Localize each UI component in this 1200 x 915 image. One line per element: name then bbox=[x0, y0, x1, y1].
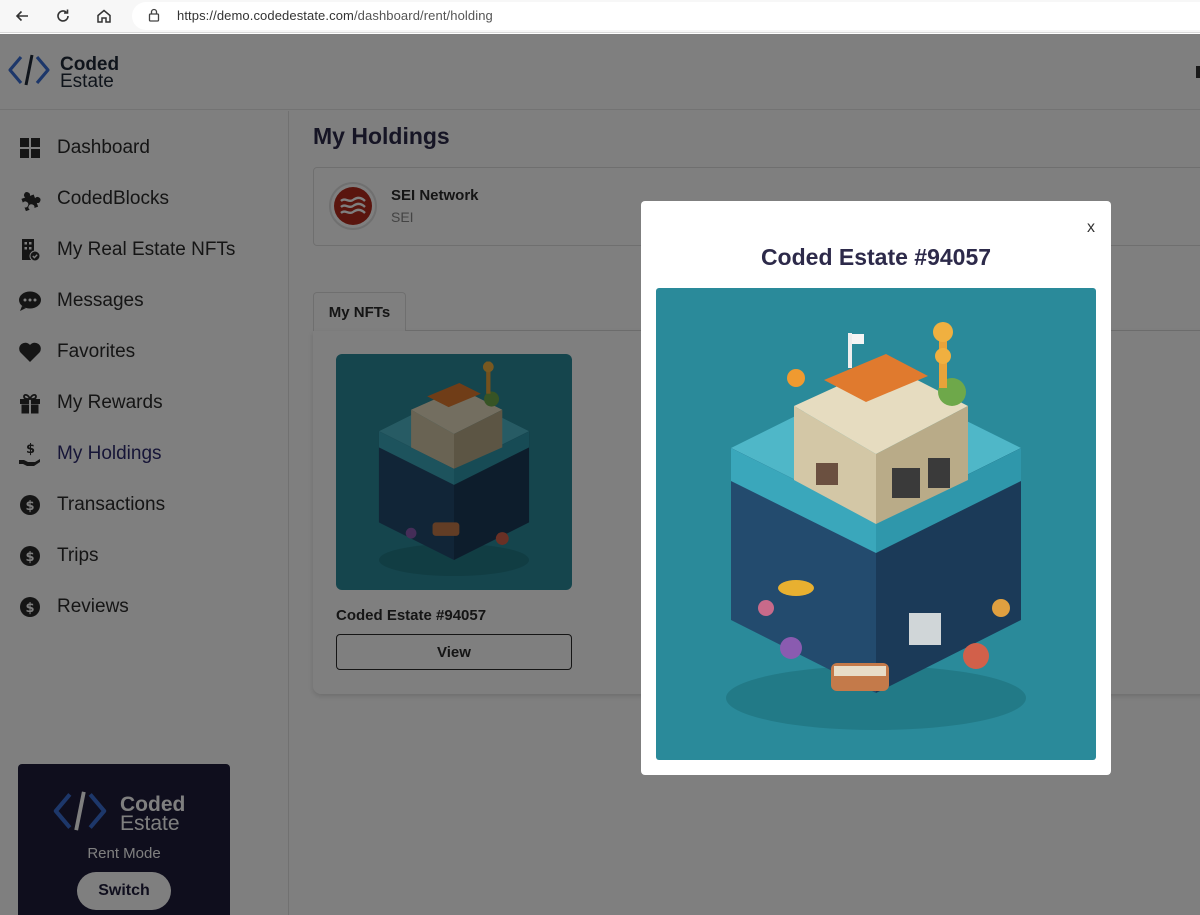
lock-icon bbox=[148, 8, 160, 27]
address-bar[interactable]: https://demo.codedestate.com/dashboard/r… bbox=[132, 2, 1200, 30]
browser-toolbar: https://demo.codedestate.com/dashboard/r… bbox=[0, 0, 1200, 33]
url-text: https://demo.codedestate.com/dashboard/r… bbox=[177, 8, 493, 23]
close-icon[interactable]: x bbox=[1087, 219, 1095, 237]
reload-icon[interactable] bbox=[50, 4, 76, 28]
nft-large-image bbox=[656, 288, 1096, 760]
url-host: https://demo.codedestate.com bbox=[177, 8, 354, 23]
back-icon[interactable] bbox=[9, 4, 35, 28]
nft-preview-modal: x Coded Estate #94057 bbox=[641, 201, 1111, 775]
url-path: /dashboard/rent/holding bbox=[353, 8, 493, 23]
modal-title: Coded Estate #94057 bbox=[760, 244, 992, 270]
home-icon[interactable] bbox=[91, 4, 117, 28]
